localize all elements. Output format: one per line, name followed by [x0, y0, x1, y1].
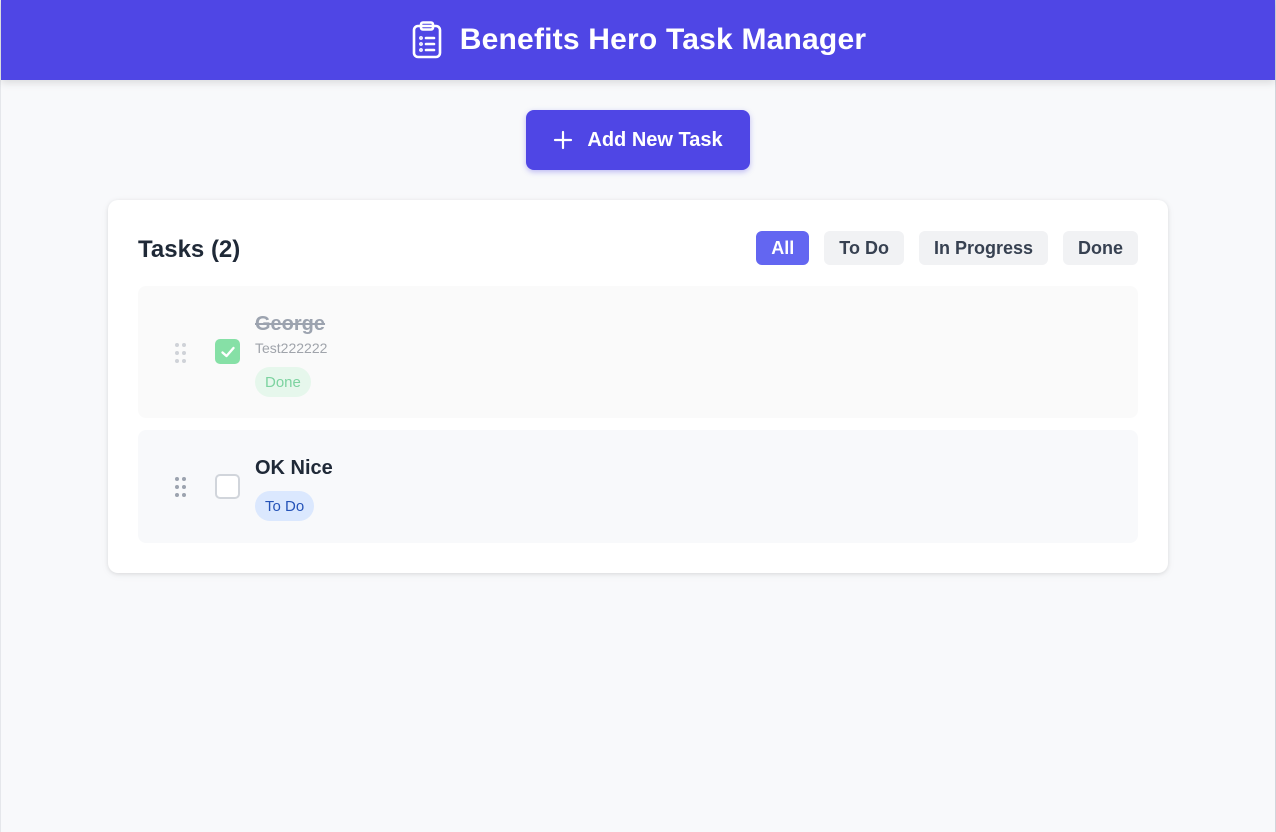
task-complete-checkbox[interactable] — [215, 474, 240, 499]
checkmark-icon — [220, 346, 235, 357]
plus-icon — [553, 130, 573, 150]
tasks-panel: Tasks (2) All To Do In Progress Done Geo… — [108, 200, 1168, 573]
drag-handle-icon[interactable] — [175, 343, 186, 363]
task-complete-checkbox[interactable] — [215, 339, 240, 364]
task-title: OK Nice — [255, 457, 333, 479]
task-description: Test222222 — [255, 340, 328, 356]
task-title: George — [255, 313, 326, 335]
tasks-heading: Tasks (2) — [138, 236, 241, 263]
filter-all-button[interactable]: All — [756, 231, 810, 265]
status-filter-group: All To Do In Progress Done — [756, 231, 1138, 265]
app-header: Benefits Hero Task Manager — [1, 0, 1275, 80]
filter-in-progress-button[interactable]: In Progress — [918, 231, 1048, 265]
task-item[interactable]: OK Nice To Do — [138, 430, 1138, 543]
add-new-task-button[interactable]: Add New Task — [526, 110, 750, 170]
status-badge: To Do — [255, 491, 315, 521]
app-title: Benefits Hero Task Manager — [459, 23, 867, 56]
filter-todo-button[interactable]: To Do — [824, 231, 904, 265]
add-new-task-label: Add New Task — [587, 128, 723, 151]
filter-done-button[interactable]: Done — [1063, 231, 1138, 265]
status-badge: Done — [255, 367, 311, 397]
drag-handle-icon[interactable] — [175, 477, 186, 497]
task-item[interactable]: George Test222222 Done — [138, 286, 1138, 418]
clipboard-list-icon — [410, 20, 444, 60]
